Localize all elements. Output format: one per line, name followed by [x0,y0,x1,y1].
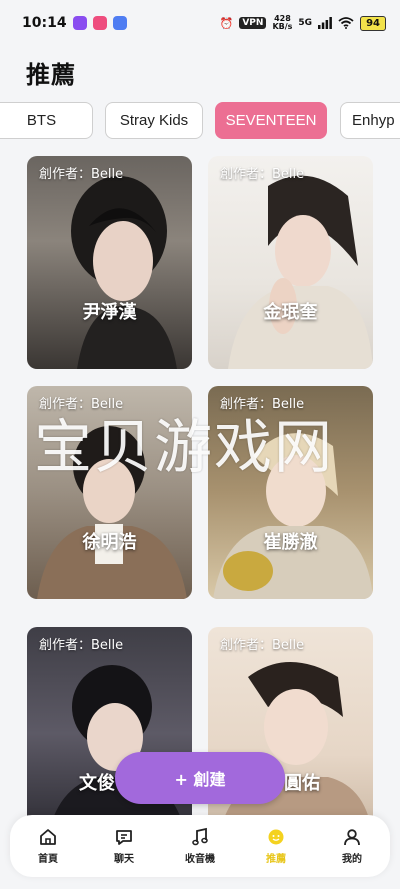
portrait-image [228,175,373,369]
vpn-badge: VPN [239,17,267,29]
nav-item-chat[interactable]: 聊天 [86,815,162,877]
home-icon [40,829,56,845]
status-bar: 10:14 ⏰ VPN 428 KB/s 5G 94 [0,0,400,46]
network-type: 5G [298,18,313,28]
card-author: 創作者：Belle [39,167,124,182]
card-author: 創作者：Belle [220,397,305,412]
card-name: 徐明浩 [82,532,137,553]
portrait-image [218,662,373,840]
group-tabs: BTS Stray Kids SEVENTEEN Enhyp [0,102,400,140]
card-name: 尹淨漢 [82,302,137,323]
tab-seventeen[interactable]: SEVENTEEN [215,102,327,139]
recommend-icon [268,829,284,845]
portrait-image [37,426,187,599]
nav-item-home[interactable]: 首頁 [10,815,86,877]
nav-label: 首頁 [38,854,58,865]
idol-card[interactable]: 創作者：Belle 圓佑 [208,627,373,840]
card-author: 創作者：Belle [220,638,305,653]
nav-label: 我的 [342,854,362,865]
app-notification-icon [92,16,107,30]
status-time: 10:14 [22,15,67,31]
card-author: 創作者：Belle [39,638,124,653]
profile-icon [344,829,360,846]
portrait-image [71,176,177,369]
nav-item-radio[interactable]: 收音機 [162,815,238,877]
tab-bts[interactable]: BTS [0,102,93,139]
nav-item-recommend[interactable]: 推薦 [238,815,314,877]
nav-label: 推薦 [266,854,286,865]
page-title: 推薦 [26,61,76,89]
tab-stray-kids[interactable]: Stray Kids [105,102,203,139]
app-notification-icon [72,16,87,30]
nav-item-profile[interactable]: 我的 [314,815,390,877]
battery-indicator: 94 [360,15,386,31]
bottom-nav: 首頁 聊天 收音機 推薦 我的 [10,815,390,877]
nav-label: 收音機 [185,854,215,865]
app-notification-icon [112,16,127,30]
card-author: 創作者：Belle [39,397,124,412]
chat-icon [116,830,132,845]
idol-card[interactable]: 創作者：Belle 金珉奎 [208,156,373,369]
idol-card[interactable]: 創作者：Belle 徐明浩 [27,386,192,599]
signal-icon [318,17,332,29]
alarm-icon: ⏰ [219,16,234,30]
card-name: 金珉奎 [263,302,318,323]
create-button-label: + 創建 [174,770,226,789]
network-speed: 428 KB/s [272,14,293,31]
idol-card[interactable]: 創作者：Belle 崔勝澈 [208,386,373,599]
music-icon [192,827,208,846]
portrait-image [213,433,373,599]
nav-label: 聊天 [114,854,134,865]
card-author: 創作者：Belle [220,167,305,182]
idol-card[interactable]: 創作者：Belle 尹淨漢 [27,156,192,369]
card-name: 崔勝澈 [263,532,318,553]
portrait-image [47,665,187,840]
tab-enhypen[interactable]: Enhyp [340,102,400,139]
wifi-icon [338,17,354,29]
idol-card[interactable]: 創作者：Belle 文俊 [27,627,192,840]
create-button[interactable]: + 創建 [115,752,285,804]
